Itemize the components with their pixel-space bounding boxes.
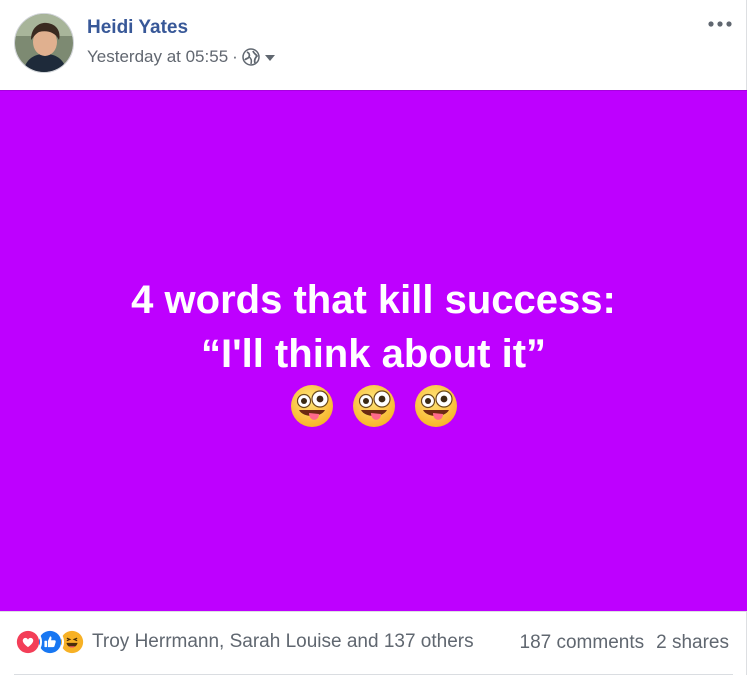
more-options-button[interactable] (705, 15, 735, 33)
zany-face-emoji (290, 385, 333, 427)
comments-count[interactable]: 187 comments (520, 632, 645, 654)
post-footer: Troy Herrmann, Sarah Louise and 137 othe… (0, 611, 747, 675)
post-header: Heidi Yates Yesterday at 05:55 · (0, 0, 747, 90)
post-text: 4 words that kill success: “I'll think a… (0, 273, 747, 381)
privacy-dropdown-icon[interactable] (263, 50, 277, 64)
post-meta: Yesterday at 05:55 · (87, 47, 277, 67)
engagement-counts: 187 comments 2 shares (520, 632, 730, 654)
reaction-names[interactable]: Troy Herrmann, Sarah Louise and 137 othe… (92, 631, 474, 653)
emoji-row (0, 383, 747, 429)
love-icon[interactable] (14, 628, 42, 656)
post-card: Heidi Yates Yesterday at 05:55 · 4 words… (0, 0, 747, 675)
avatar[interactable] (14, 13, 74, 73)
post-background-text[interactable]: 4 words that kill success: “I'll think a… (0, 90, 747, 611)
shares-count[interactable]: 2 shares (656, 632, 729, 654)
author-name[interactable]: Heidi Yates (87, 17, 188, 39)
post-text-line-1: 4 words that kill success: (131, 278, 616, 322)
zany-face-emoji (352, 385, 395, 427)
post-text-line-2: “I'll think about it” (200, 332, 547, 376)
globe-icon[interactable] (242, 48, 260, 66)
meta-separator: · (232, 47, 238, 66)
more-icon (708, 21, 732, 27)
post-timestamp[interactable]: Yesterday at 05:55 (87, 47, 228, 67)
reaction-summary[interactable]: Troy Herrmann, Sarah Louise and 137 othe… (14, 628, 474, 656)
zany-face-emoji (414, 385, 457, 427)
